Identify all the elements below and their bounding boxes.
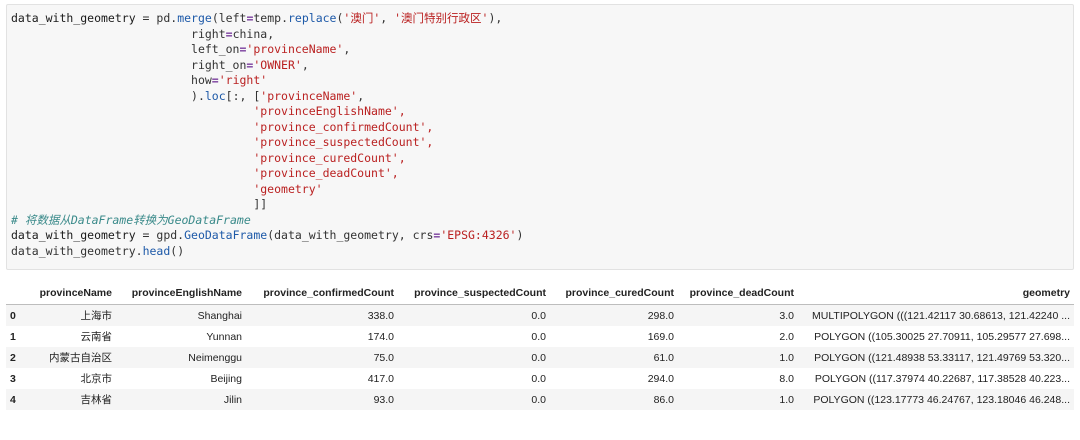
code-line: 'geometry' (253, 181, 323, 196)
table-cell: 338.0 (367, 309, 394, 322)
row-index: 0 (10, 309, 16, 322)
column-header: provinceName (26, 282, 116, 305)
table-cell: 0.0 (531, 351, 546, 364)
table-cell: 294.0 (647, 372, 674, 385)
table-cell: Beijing (210, 372, 242, 385)
table-cell: 8.0 (779, 372, 794, 385)
table-cell: Neimenggu (188, 351, 242, 364)
table-header-row: provinceName provinceEnglishName provinc… (6, 282, 1074, 305)
code-line: left_on='provinceName', (191, 42, 351, 56)
code-line: right_on='OWNER', (191, 57, 309, 72)
table-row: 2 内蒙古自治区 Neimenggu 75.0 0.0 61.0 1.0 POL… (6, 347, 1074, 368)
table-cell: 86.0 (653, 393, 674, 406)
code-line: how='right' (191, 73, 268, 87)
column-header: province_curedCount (550, 282, 678, 305)
code-line: data_with_geometry.head() (11, 243, 185, 258)
table-cell: POLYGON ((105.30025 27.70911, 105.29577 … (814, 330, 1070, 343)
table-cell: 61.0 (653, 351, 674, 364)
code-line: 'provinceEnglishName', (253, 104, 406, 118)
column-header: province_deadCount (678, 282, 798, 305)
table-cell: Yunnan (206, 330, 242, 343)
cell-output: provinceName provinceEnglishName provinc… (6, 282, 1074, 438)
table-cell: 417.0 (367, 372, 394, 385)
table-cell: 1.0 (779, 393, 794, 406)
table-cell: POLYGON ((123.17773 46.24767, 123.18046 … (813, 393, 1070, 406)
column-header: geometry (798, 282, 1074, 305)
table-cell: Jilin (223, 393, 242, 406)
table-row: 1 云南省 Yunnan 174.0 0.0 169.0 2.0 POLYGON… (6, 326, 1074, 347)
code-editor[interactable]: data_with_geometry = pd.merge(left=temp.… (7, 5, 1073, 259)
table-cell: 吉林省 (80, 394, 113, 406)
index-header (6, 282, 26, 305)
dataframe-table: provinceName provinceEnglishName provinc… (6, 282, 1074, 410)
table-cell: 0.0 (531, 309, 546, 322)
code-line: data_with_geometry = gpd.GeoDataFrame(da… (11, 228, 524, 242)
table-cell: 0.0 (531, 330, 546, 343)
table-cell: 北京市 (80, 373, 113, 385)
table-cell: 169.0 (647, 330, 674, 343)
table-cell: 0.0 (531, 393, 546, 406)
code-cell-input[interactable]: data_with_geometry = pd.merge(left=temp.… (6, 4, 1074, 270)
table-cell: 1.0 (779, 351, 794, 364)
row-index: 4 (10, 393, 16, 406)
code-line: 'province_curedCount', (253, 150, 406, 165)
table-cell: 2.0 (779, 330, 794, 343)
table-row: 0 上海市 Shanghai 338.0 0.0 298.0 3.0 MULTI… (6, 304, 1074, 326)
table-cell: 上海市 (80, 310, 113, 322)
table-cell: 3.0 (779, 309, 794, 322)
table-cell: 内蒙古自治区 (49, 352, 112, 364)
table-cell: MULTIPOLYGON (((121.42117 30.68613, 121.… (812, 309, 1070, 322)
code-line: data_with_geometry = pd.merge(left=temp.… (11, 11, 503, 25)
table-cell: 298.0 (647, 309, 674, 322)
code-comment: # 将数据从DataFrame转换为GeoDataFrame (11, 212, 251, 227)
code-line: ).loc[:, ['provinceName', (191, 88, 365, 103)
table-cell: 93.0 (373, 393, 394, 406)
code-line: 'province_suspectedCount', (253, 135, 434, 149)
table-cell: 75.0 (373, 351, 394, 364)
row-index: 3 (10, 372, 16, 385)
table-cell: 174.0 (367, 330, 394, 343)
code-line: 'province_confirmedCount', (253, 119, 434, 134)
code-line: ]] (253, 197, 268, 211)
code-line: right=china, (191, 26, 275, 41)
table-row: 3 北京市 Beijing 417.0 0.0 294.0 8.0 POLYGO… (6, 368, 1074, 389)
row-index: 2 (10, 351, 16, 364)
table-cell: POLYGON ((121.48938 53.33117, 121.49769 … (814, 351, 1070, 364)
table-cell: 0.0 (531, 372, 546, 385)
code-line: 'province_deadCount', (253, 166, 399, 180)
column-header: province_confirmedCount (246, 282, 398, 305)
table-cell: Shanghai (197, 309, 242, 322)
table-cell: POLYGON ((117.37974 40.22687, 117.38528 … (814, 372, 1070, 385)
column-header: provinceEnglishName (116, 282, 246, 305)
table-row: 4 吉林省 Jilin 93.0 0.0 86.0 1.0 POLYGON ((… (6, 389, 1074, 410)
table-cell: 云南省 (80, 331, 113, 343)
column-header: province_suspectedCount (398, 282, 550, 305)
row-index: 1 (10, 330, 16, 343)
